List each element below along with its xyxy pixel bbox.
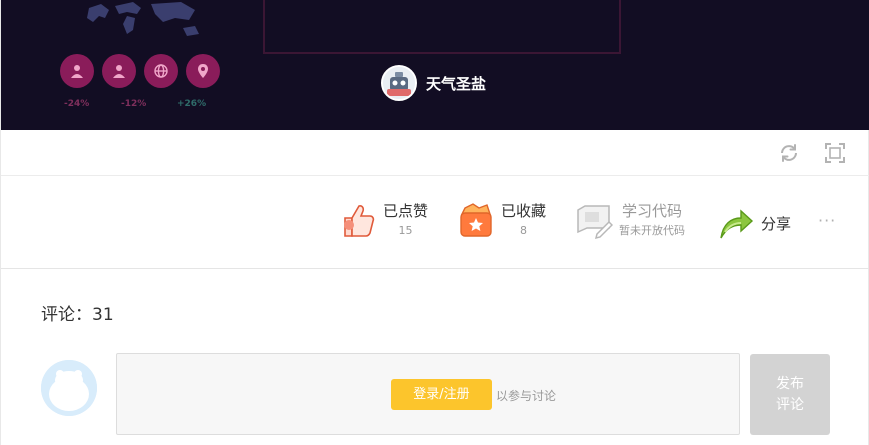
collect-count: 8 bbox=[520, 224, 527, 237]
author-info[interactable]: 天气圣盐 bbox=[381, 65, 486, 101]
fullscreen-icon[interactable] bbox=[823, 141, 847, 165]
chart-frame bbox=[263, 0, 621, 54]
share-label: 分享 bbox=[761, 215, 792, 233]
more-options-icon[interactable]: ··· bbox=[818, 211, 836, 230]
author-name[interactable]: 天气圣盐 bbox=[426, 73, 486, 94]
share-arrow-icon bbox=[720, 209, 754, 239]
location-pin-icon bbox=[186, 54, 220, 88]
comment-input-area[interactable]: 登录/注册 以参与讨论 bbox=[116, 353, 740, 435]
work-detail-page: -24% -12% +26% 天气圣盐 已点赞 15 已收藏 8 学习代码 暂未… bbox=[0, 0, 869, 445]
learn-code-status: 暂未开放代码 bbox=[619, 224, 685, 237]
publish-comment-button[interactable]: 发布 评论 bbox=[750, 354, 830, 435]
globe-icon bbox=[144, 54, 178, 88]
publish-label-line2: 评论 bbox=[776, 397, 804, 413]
work-actions: 已点赞 15 已收藏 8 学习代码 暂未开放代码 分享 ··· bbox=[1, 176, 869, 269]
comment-count: 评论：31 bbox=[41, 305, 114, 325]
stat-label: -12% bbox=[121, 99, 147, 109]
code-card-icon bbox=[577, 205, 613, 240]
stat-label: -24% bbox=[64, 99, 90, 109]
login-register-button[interactable]: 登录/注册 bbox=[391, 379, 492, 410]
like-count: 15 bbox=[398, 224, 413, 237]
world-map-graphic bbox=[87, 2, 199, 36]
publish-label-line1: 发布 bbox=[776, 376, 804, 392]
learn-code-label: 学习代码 bbox=[621, 202, 682, 220]
thumbs-up-icon bbox=[344, 205, 375, 237]
collect-button[interactable]: 已收藏 8 bbox=[457, 200, 546, 240]
current-user-avatar bbox=[41, 360, 97, 416]
like-label: 已点赞 bbox=[383, 202, 429, 220]
refresh-icon[interactable] bbox=[777, 141, 801, 165]
user-icon bbox=[102, 54, 136, 88]
user-icon bbox=[60, 54, 94, 88]
share-button[interactable]: 分享 bbox=[717, 204, 791, 244]
author-avatar[interactable] bbox=[381, 65, 417, 101]
favorite-box-icon bbox=[460, 203, 492, 237]
collect-label: 已收藏 bbox=[501, 202, 547, 220]
join-discussion-text: 以参与讨论 bbox=[496, 389, 557, 403]
learn-code-button[interactable]: 学习代码 暂未开放代码 bbox=[575, 200, 685, 240]
like-button[interactable]: 已点赞 15 bbox=[339, 200, 428, 240]
preview-toolbar bbox=[1, 130, 869, 176]
work-preview[interactable]: -24% -12% +26% 天气圣盐 bbox=[1, 0, 869, 130]
stat-label: +26% bbox=[177, 99, 207, 109]
